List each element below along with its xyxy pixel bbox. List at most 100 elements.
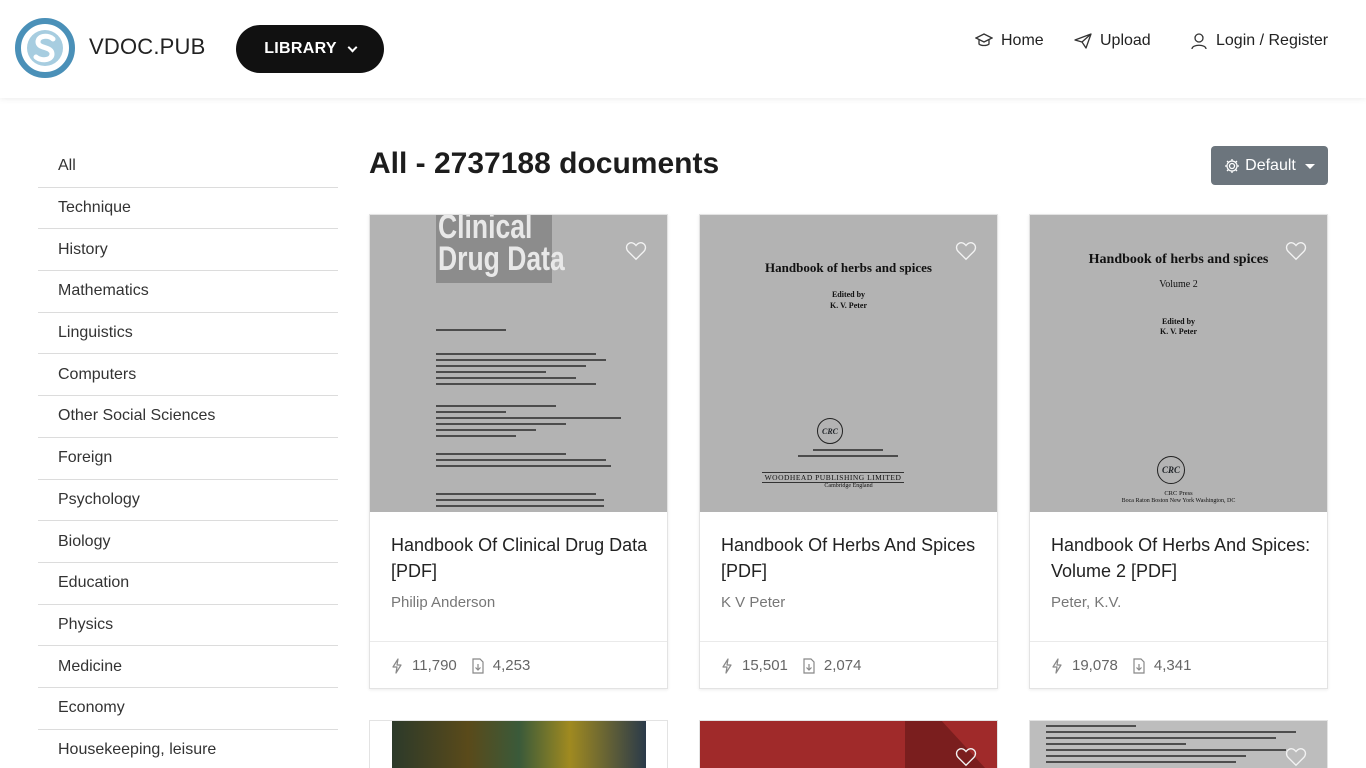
caret-down-icon — [1304, 164, 1315, 169]
sidebar-item-history[interactable]: History — [38, 229, 338, 272]
document-title[interactable]: Handbook Of Herbs And Spices [PDF] — [721, 532, 981, 584]
heart-icon[interactable] — [955, 746, 977, 768]
cover-edited-by: Edited by — [1161, 317, 1196, 326]
bolt-icon — [1052, 657, 1062, 674]
page-title: All - 2737188 documents — [369, 147, 720, 180]
document-card[interactable]: Clinical Drug Data Handbook Of Clinical … — [369, 214, 668, 689]
cover-big-title: Clinical Drug Data — [438, 215, 565, 278]
bolt-icon — [392, 657, 402, 674]
sidebar-item-physics[interactable]: Physics — [38, 605, 338, 647]
cover-editor: K. V. Peter — [1159, 327, 1198, 336]
file-download-icon — [803, 657, 815, 674]
nav-home-label: Home — [1001, 32, 1044, 49]
sidebar-item-psychology[interactable]: Psychology — [38, 480, 338, 522]
sidebar-item-linguistics[interactable]: Linguistics — [38, 313, 338, 355]
cover-fine-print — [1046, 725, 1306, 767]
sidebar-item-economy[interactable]: Economy — [38, 688, 338, 730]
views-count: 15,501 — [742, 657, 788, 674]
sidebar-item-housekeeping-leisure[interactable]: Housekeeping, leisure — [38, 730, 338, 768]
cover-fine-print — [436, 405, 626, 441]
book-cover[interactable]: Handbook of herbs and spices Volume 2 Ed… — [1030, 215, 1327, 512]
chevron-down-icon — [347, 42, 358, 52]
paper-plane-icon — [1074, 33, 1092, 49]
document-title[interactable]: Handbook Of Herbs And Spices: Volume 2 [… — [1051, 532, 1311, 584]
graduation-cap-icon — [975, 33, 993, 47]
document-stats: 19,078 4,341 — [1030, 641, 1327, 689]
nav-login-label: Login / Register — [1216, 32, 1329, 49]
cover-place: Boca Raton Boston New York Washington, D… — [1121, 498, 1236, 504]
bolt-icon — [722, 657, 732, 674]
document-stats: 15,501 2,074 — [700, 641, 997, 689]
document-card-partial[interactable] — [369, 720, 668, 768]
document-card-partial[interactable] — [1029, 720, 1328, 768]
book-cover[interactable] — [1030, 721, 1327, 768]
sidebar-item-education[interactable]: Education — [38, 563, 338, 605]
views-stat: 11,790 — [390, 657, 457, 674]
views-count: 11,790 — [412, 657, 457, 674]
cover-editor: K. V. Peter — [829, 301, 868, 310]
sidebar-item-biology[interactable]: Biology — [38, 521, 338, 563]
sidebar-item-technique[interactable]: Technique — [38, 188, 338, 230]
heart-icon[interactable] — [1285, 240, 1307, 262]
book-cover[interactable]: Handbook of herbs and spices Edited by K… — [700, 215, 997, 512]
document-card[interactable]: Handbook of herbs and spices Edited by K… — [699, 214, 998, 689]
downloads-count: 4,341 — [1153, 657, 1192, 674]
cover-publisher: CRC Press — [1164, 490, 1193, 497]
brand-name[interactable]: VDOC.PUB — [89, 34, 206, 60]
cover-fine-print — [436, 493, 616, 511]
document-author[interactable]: Peter, K.V. — [1051, 594, 1121, 611]
cover-heading: Handbook of herbs and spices — [1088, 252, 1269, 267]
library-label: LIBRARY — [264, 40, 337, 57]
document-stats: 11,790 4,253 — [370, 641, 667, 689]
gear-icon — [1225, 158, 1240, 173]
book-cover[interactable]: Clinical Drug Data — [370, 215, 667, 512]
sidebar-item-medicine[interactable]: Medicine — [38, 646, 338, 688]
cover-heading: Handbook of herbs and spices — [765, 260, 932, 275]
heart-icon[interactable] — [625, 240, 647, 262]
document-title[interactable]: Handbook Of Clinical Drug Data [PDF] — [391, 532, 651, 584]
cover-fine-print — [436, 453, 616, 471]
cover-edited-by: Edited by — [831, 290, 866, 299]
heart-icon[interactable] — [955, 240, 977, 262]
category-sidebar: All Technique History Mathematics Lingui… — [38, 146, 338, 768]
sort-label: Default — [1245, 156, 1296, 174]
user-icon — [1191, 33, 1207, 50]
downloads-stat: 2,074 — [802, 657, 861, 674]
sort-dropdown-button[interactable]: Default — [1211, 146, 1328, 185]
views-stat: 15,501 — [720, 657, 788, 674]
cover-volume: Volume 2 — [1159, 279, 1198, 290]
crc-logo: CRC — [817, 418, 843, 444]
document-author[interactable]: Philip Anderson — [391, 594, 495, 611]
book-cover[interactable] — [700, 721, 997, 768]
cover-place: Cambridge England — [824, 483, 873, 489]
views-count: 19,078 — [1072, 657, 1118, 674]
vdoc-logo-icon[interactable] — [14, 17, 76, 79]
cover-fine-print — [798, 449, 898, 461]
nav-login[interactable]: Login / Register — [1190, 32, 1328, 50]
library-dropdown-button[interactable]: LIBRARY — [236, 25, 384, 73]
sidebar-item-computers[interactable]: Computers — [38, 354, 338, 397]
crc-logo: CRC — [1157, 456, 1185, 484]
downloads-count: 4,253 — [492, 657, 531, 674]
file-download-icon — [472, 657, 484, 674]
cover-fine-print — [436, 353, 606, 389]
sidebar-item-mathematics[interactable]: Mathematics — [38, 271, 338, 313]
document-card-partial[interactable] — [699, 720, 998, 768]
views-stat: 19,078 — [1050, 657, 1118, 674]
sidebar-item-all[interactable]: All — [38, 146, 338, 188]
heart-icon[interactable] — [1285, 746, 1307, 768]
site-header: VDOC.PUB LIBRARY Home Upload Login / Reg… — [0, 0, 1366, 98]
downloads-stat: 4,253 — [471, 657, 531, 674]
file-download-icon — [1133, 657, 1145, 674]
document-author[interactable]: K V Peter — [721, 594, 785, 611]
sidebar-item-foreign[interactable]: Foreign — [38, 438, 338, 480]
cover-publisher: WOODHEAD PUBLISHING LIMITED — [762, 472, 904, 483]
nav-upload[interactable]: Upload — [1074, 32, 1151, 50]
book-cover[interactable] — [392, 721, 646, 768]
sidebar-item-other-social-sciences[interactable]: Other Social Sciences — [38, 396, 338, 438]
document-card[interactable]: Handbook of herbs and spices Volume 2 Ed… — [1029, 214, 1328, 689]
downloads-stat: 4,341 — [1132, 657, 1192, 674]
nav-upload-label: Upload — [1100, 32, 1151, 49]
nav-home[interactable]: Home — [975, 32, 1044, 50]
cover-fine-print — [436, 329, 536, 335]
